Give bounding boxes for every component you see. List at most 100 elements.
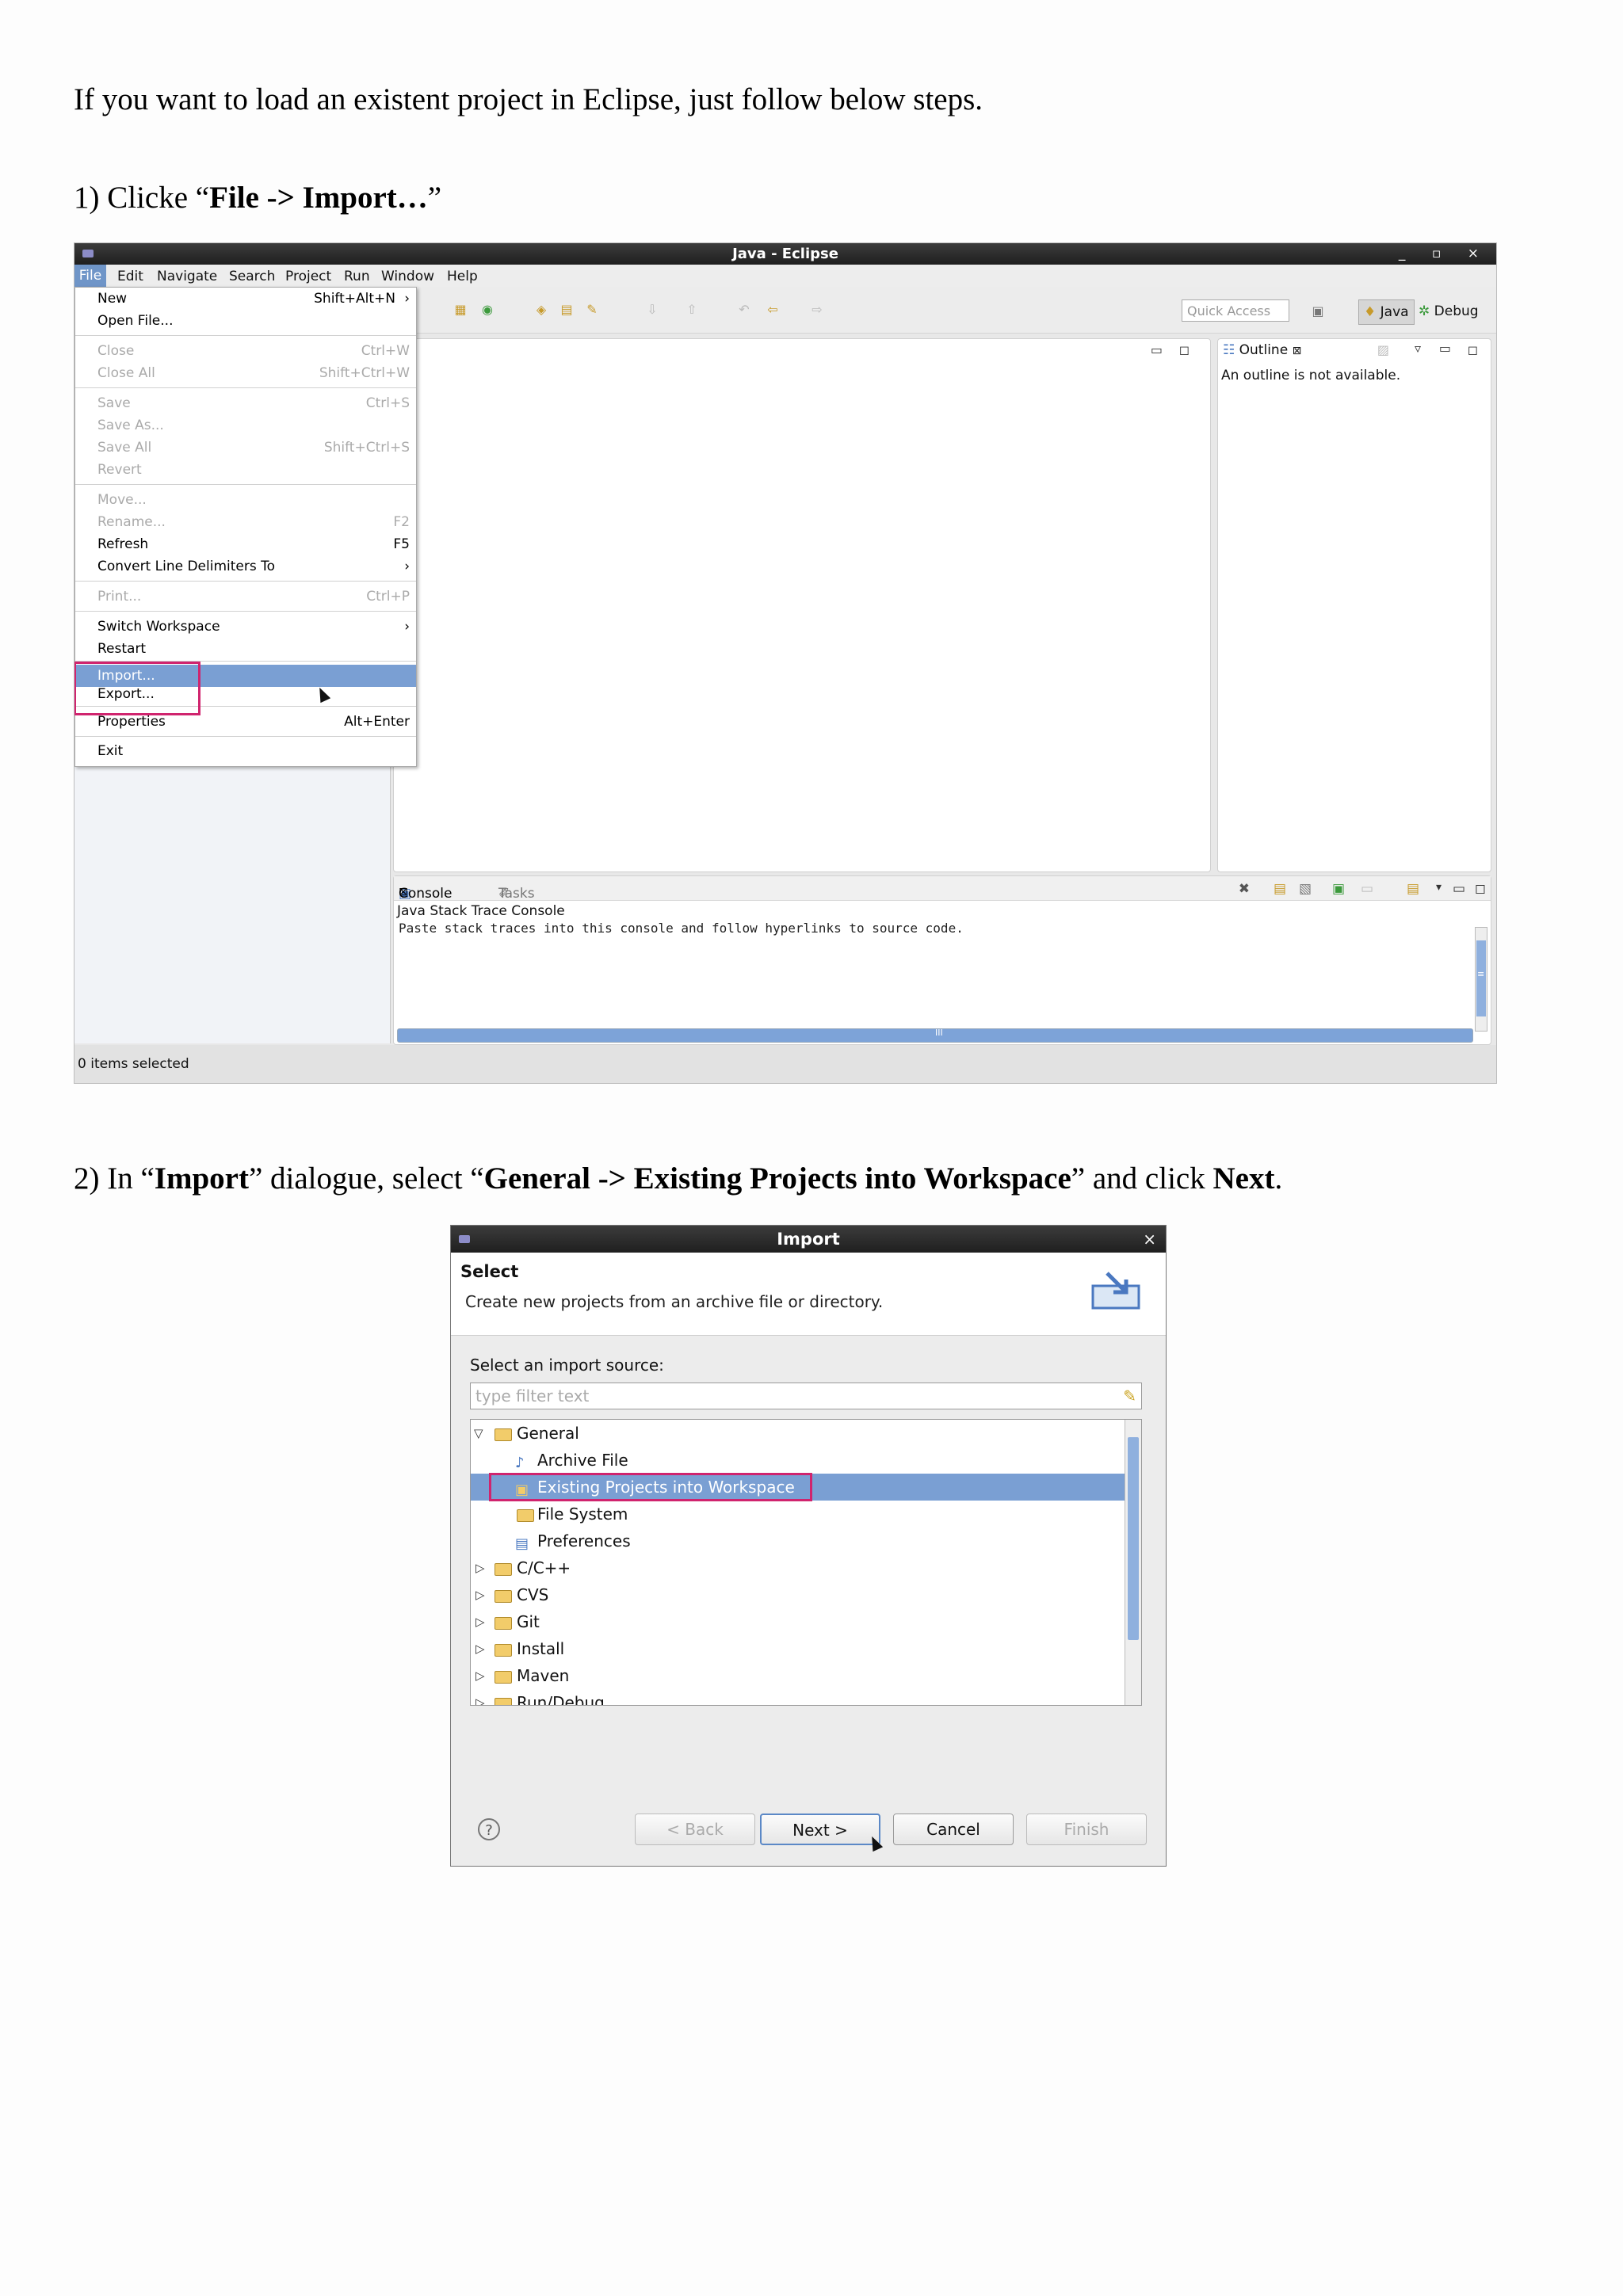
outline-tab[interactable]: ☷ Outline ⊠ <box>1223 342 1301 358</box>
tree-item-maven[interactable]: ▷ Maven <box>471 1662 1125 1689</box>
menu-item-convert-line-delimiters[interactable]: Convert Line Delimiters To › <box>75 555 416 578</box>
close-icon[interactable]: × <box>1143 1226 1156 1253</box>
tree-item-run-debug[interactable]: ▷ Run/Debug <box>471 1689 1125 1705</box>
scrollbar-thumb[interactable] <box>1128 1437 1139 1640</box>
console-vertical-scrollbar[interactable]: ≡ <box>1475 927 1487 1032</box>
open-folder-icon[interactable]: ▤ <box>559 303 574 317</box>
tree-item-install[interactable]: ▷ Install <box>471 1635 1125 1662</box>
maximize-icon[interactable]: ◻ <box>1179 342 1190 357</box>
tasks-tab-label: Tasks <box>498 886 535 902</box>
tree-item-file-system[interactable]: File System <box>471 1501 1125 1527</box>
new-class-icon[interactable]: ▦ <box>453 303 468 317</box>
display-console-icon[interactable]: ▭ <box>1361 881 1373 897</box>
menu-item-new[interactable]: New Shift+Alt+N › <box>75 288 416 310</box>
folder-icon <box>517 1509 534 1522</box>
expand-right-icon[interactable]: ▷ <box>475 1581 485 1608</box>
minimize-icon[interactable]: ▭ <box>1439 341 1451 356</box>
menu-edit[interactable]: Edit <box>117 269 143 284</box>
menu-item-accel: F5 <box>393 536 410 552</box>
tree-item-cvs[interactable]: ▷ CVS <box>471 1581 1125 1608</box>
window-controls[interactable]: _ ▫ × <box>1399 243 1490 265</box>
status-bar: 0 items selected <box>74 1045 1496 1083</box>
minimize-icon[interactable]: ▭ <box>1453 881 1465 897</box>
expand-right-icon[interactable]: ▷ <box>475 1689 485 1705</box>
menu-item-accel: Shift+Alt+N <box>314 291 395 307</box>
expand-right-icon[interactable]: ▷ <box>475 1662 485 1689</box>
tree-item-label: C/C++ <box>517 1558 571 1577</box>
back-button[interactable]: < Back <box>635 1814 755 1845</box>
menu-help[interactable]: Help <box>447 269 478 284</box>
tree-vertical-scrollbar[interactable] <box>1125 1420 1141 1705</box>
cancel-button[interactable]: Cancel <box>893 1814 1014 1845</box>
menu-search[interactable]: Search <box>229 269 275 284</box>
forward-nav-icon[interactable]: ⇨ <box>810 303 824 317</box>
next-button[interactable]: Next > <box>760 1814 880 1845</box>
close-icon[interactable]: ⊠ <box>1293 345 1302 357</box>
menu-item-save-all[interactable]: Save All Shift+Ctrl+S <box>75 437 416 459</box>
minimize-icon[interactable]: ▭ <box>1151 342 1163 357</box>
open-type-icon[interactable]: ◈ <box>534 303 548 317</box>
view-menu-icon[interactable]: ▿ <box>1415 341 1421 356</box>
pin-console-icon[interactable]: ▣ <box>1332 881 1345 897</box>
menu-item-close[interactable]: Close Ctrl+W <box>75 340 416 362</box>
menu-item-save-as[interactable]: Save As... <box>75 414 416 437</box>
hide-fields-icon[interactable]: ▨ <box>1377 342 1389 357</box>
menu-item-save[interactable]: Save Ctrl+S <box>75 392 416 414</box>
menu-item-refresh[interactable]: Refresh F5 <box>75 533 416 555</box>
menu-project[interactable]: Project <box>285 269 331 284</box>
step2-bold-3: Next <box>1212 1161 1275 1196</box>
maximize-icon[interactable]: ◻ <box>1468 342 1478 357</box>
tree-item-general[interactable]: ▽ General <box>471 1420 1125 1447</box>
expand-down-icon[interactable]: ▽ <box>474 1420 483 1447</box>
expand-right-icon[interactable]: ▷ <box>475 1608 485 1635</box>
filter-input[interactable]: type filter text ✎ <box>470 1383 1142 1409</box>
scroll-lock-icon[interactable]: ▤ <box>1274 881 1286 897</box>
clear-console-icon[interactable]: ✖ <box>1239 881 1250 897</box>
open-console-icon[interactable]: ▤ <box>1407 881 1419 897</box>
menu-run[interactable]: Run <box>344 269 370 284</box>
menu-item-switch-workspace[interactable]: Switch Workspace › <box>75 616 416 638</box>
menu-item-move[interactable]: Move... <box>75 489 416 511</box>
console-message: Paste stack traces into this console and… <box>399 921 964 936</box>
perspective-java-button[interactable]: ♦ Java <box>1358 299 1415 325</box>
menu-item-open-file[interactable]: Open File... <box>75 310 416 332</box>
tree-item-cpp[interactable]: ▷ C/C++ <box>471 1554 1125 1581</box>
run-icon[interactable]: ◉ <box>480 303 495 317</box>
word-wrap-icon[interactable]: ▧ <box>1299 881 1312 897</box>
finish-button[interactable]: Finish <box>1026 1814 1147 1845</box>
folder-icon <box>495 1671 512 1684</box>
menu-item-exit[interactable]: Exit <box>75 740 416 762</box>
menu-item-label: Refresh <box>97 536 149 552</box>
expand-right-icon[interactable]: ▷ <box>475 1635 485 1662</box>
clear-filter-icon[interactable]: ✎ <box>1123 1383 1136 1409</box>
folder-icon <box>495 1698 512 1705</box>
tree-item-preferences[interactable]: ▤ Preferences <box>471 1527 1125 1554</box>
console-horizontal-scrollbar[interactable]: III <box>397 1028 1473 1043</box>
search-tool-icon[interactable]: ✎ <box>585 303 599 317</box>
scrollbar-thumb[interactable]: ≡ <box>1476 940 1486 1016</box>
back-nav-icon[interactable]: ⇦ <box>766 303 780 317</box>
menu-window[interactable]: Window <box>381 269 434 284</box>
open-perspective-icon[interactable]: ▣ <box>1311 304 1325 318</box>
help-icon[interactable]: ? <box>478 1818 500 1840</box>
chevron-down-icon[interactable]: ▾ <box>1436 881 1442 894</box>
menu-item-print[interactable]: Print... Ctrl+P <box>75 585 416 608</box>
perspective-debug-button[interactable]: ✲ Debug <box>1414 299 1484 323</box>
menu-item-revert[interactable]: Revert <box>75 459 416 481</box>
close-icon[interactable]: ⊠ <box>399 886 408 898</box>
next-annotation-icon[interactable]: ⇩ <box>645 303 659 317</box>
menu-item-close-all[interactable]: Close All Shift+Ctrl+W <box>75 362 416 384</box>
last-edit-icon[interactable]: ↶ <box>737 303 751 317</box>
expand-right-icon[interactable]: ▷ <box>475 1554 485 1581</box>
maximize-icon[interactable]: ◻ <box>1475 881 1486 897</box>
tree-item-label: Install <box>517 1639 565 1658</box>
quick-access-input[interactable]: Quick Access <box>1182 299 1289 322</box>
menu-file[interactable]: File <box>74 265 106 287</box>
tree-item-git[interactable]: ▷ Git <box>471 1608 1125 1635</box>
tree-item-archive-file[interactable]: ♪ Archive File <box>471 1447 1125 1474</box>
menu-item-restart[interactable]: Restart <box>75 638 416 660</box>
menubar: File Edit Navigate Search Project Run Wi… <box>74 265 1496 288</box>
menu-item-rename[interactable]: Rename... F2 <box>75 511 416 533</box>
menu-navigate[interactable]: Navigate <box>157 269 217 284</box>
prev-annotation-icon[interactable]: ⇧ <box>685 303 699 317</box>
